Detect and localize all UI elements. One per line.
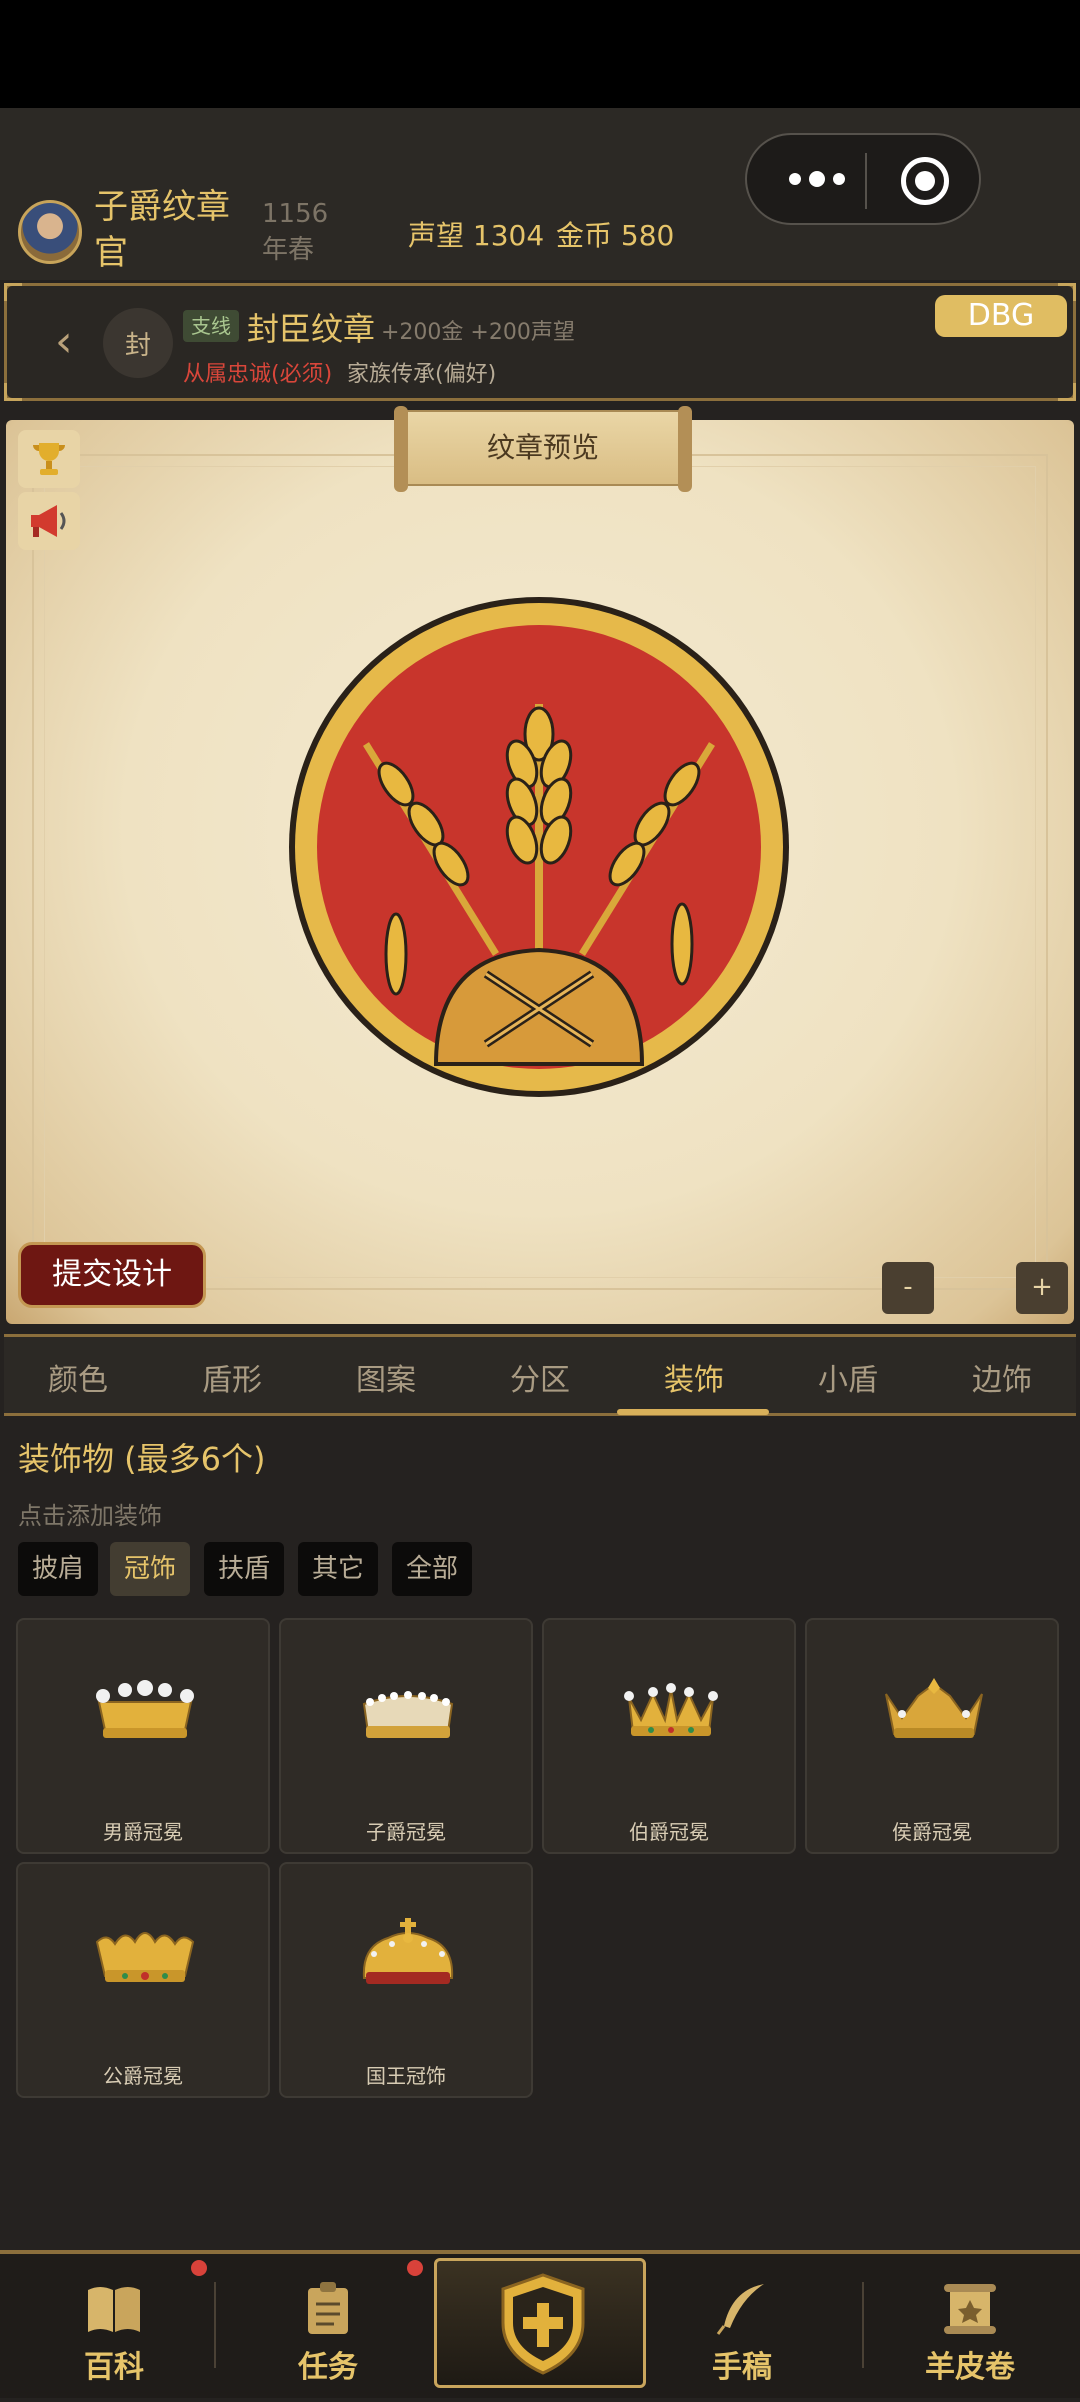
tab-shield-shape[interactable]: 盾形 (202, 1355, 262, 1399)
filter-crown[interactable]: 冠饰 (110, 1542, 191, 1596)
decoration-label: 国王冠饰 (366, 2064, 446, 2088)
preview-title-scroll: 纹章预览 (394, 406, 692, 492)
avatar[interactable] (18, 200, 82, 264)
season-label: 1156年春 (262, 199, 329, 265)
close-target-icon[interactable] (901, 157, 949, 205)
preview-title: 纹章预览 (486, 431, 599, 464)
nav-divider (214, 2282, 216, 2368)
filter-all[interactable]: 全部 (392, 1542, 473, 1596)
nav-divider (862, 2282, 864, 2368)
notification-dot (407, 2260, 423, 2276)
quest-seal: 封 (103, 308, 173, 378)
decoration-label: 公爵冠冕 (103, 2064, 183, 2088)
decoration-card-count[interactable]: 伯爵冠冕 (542, 1618, 796, 1854)
reputation-stat: 声望 1304 (408, 219, 545, 252)
debug-button[interactable]: DBG (935, 295, 1067, 337)
corner-ornament (4, 383, 22, 401)
gold-stat: 金币 580 (556, 219, 675, 252)
tab-pattern[interactable]: 图案 (356, 1355, 416, 1399)
decoration-card-duke[interactable]: 公爵冠冕 (16, 1862, 270, 2098)
nav-label: 羊皮卷 (925, 2350, 1015, 2385)
decorations-hint: 点击添加装饰 (18, 1502, 162, 1530)
quest-reward: +200金 +200声望 (381, 320, 575, 345)
trophy-icon[interactable] (18, 430, 80, 488)
decoration-label: 男爵冠冕 (103, 1820, 183, 1844)
megaphone-icon[interactable] (18, 492, 80, 550)
corner-ornament (1058, 383, 1076, 401)
tab-border[interactable]: 边饰 (972, 1355, 1032, 1399)
quest-banner: ‹ 封 支线 封臣纹章 +200金 +200声望 从属忠诚(必须) 家族传承(偏… (4, 283, 1076, 401)
nav-heraldry-center[interactable] (434, 2258, 646, 2388)
decoration-card-king[interactable]: 国王冠饰 (279, 1862, 533, 2098)
nav-encyclopedia[interactable]: 百科 (14, 2254, 214, 2402)
decoration-label: 伯爵冠冕 (629, 1820, 709, 1844)
submit-design-button[interactable]: 提交设计 (18, 1242, 206, 1308)
zoom-in-button[interactable]: + (1016, 1262, 1068, 1314)
status-bar (0, 0, 1080, 108)
chevron-left-icon[interactable]: ‹ (55, 316, 73, 367)
page-title: 子爵纹章官 (94, 187, 230, 273)
quest-preference: 家族传承(偏好) (347, 362, 497, 387)
zoom-out-button[interactable]: - (882, 1262, 934, 1314)
decorations-title: 装饰物 (最多6个) (18, 1440, 266, 1478)
tab-bar: 颜色 盾形 图案 分区 装饰 小盾 边饰 (4, 1334, 1076, 1416)
quest-requirement: 从属忠诚(必须) (183, 362, 333, 387)
tab-division[interactable]: 分区 (510, 1355, 570, 1399)
filter-mantle[interactable]: 披肩 (18, 1542, 99, 1596)
viscount-crown-icon (362, 1691, 454, 1738)
mini-program-capsule (745, 133, 981, 225)
quest-tag: 支线 (183, 310, 239, 342)
tab-decoration[interactable]: 装饰 (664, 1355, 724, 1399)
count-crown-icon (624, 1683, 718, 1736)
decoration-label: 侯爵冠冕 (892, 1820, 972, 1844)
filter-supporter[interactable]: 扶盾 (204, 1542, 285, 1596)
baron-crown-icon (96, 1680, 194, 1738)
nav-label: 手稿 (712, 2350, 772, 2385)
marquis-crown-icon (885, 1678, 983, 1738)
nav-tasks[interactable]: 任务 (228, 2254, 428, 2402)
capsule-divider (865, 153, 867, 209)
tab-color[interactable]: 颜色 (48, 1355, 108, 1399)
king-crown-icon (362, 1918, 454, 1984)
corner-ornament (4, 283, 22, 301)
nav-label: 百科 (84, 2350, 144, 2385)
decoration-card-marquis[interactable]: 侯爵冠冕 (805, 1618, 1059, 1854)
duke-crown-icon (95, 1932, 195, 1982)
tab-small-shield[interactable]: 小盾 (818, 1355, 878, 1399)
quill-icon (716, 2284, 764, 2335)
nav-parchment[interactable]: 羊皮卷 (870, 2254, 1070, 2402)
heraldic-emblem (289, 597, 789, 1097)
notification-dot (191, 2260, 207, 2276)
more-icon[interactable] (777, 155, 857, 203)
nav-label: 任务 (298, 2350, 358, 2385)
nav-manuscript[interactable]: 手稿 (642, 2254, 842, 2402)
decoration-card-viscount[interactable]: 子爵冠冕 (279, 1618, 533, 1854)
filter-other[interactable]: 其它 (298, 1542, 379, 1596)
quest-title: 封臣纹章 (247, 310, 376, 348)
active-tab-indicator (617, 1409, 769, 1415)
clipboard-icon (308, 2282, 348, 2334)
decoration-label: 子爵冠冕 (366, 1820, 446, 1844)
shield-cross-icon (501, 2273, 585, 2375)
decoration-card-baron[interactable]: 男爵冠冕 (16, 1618, 270, 1854)
scroll-icon (944, 2284, 996, 2334)
book-icon (88, 2287, 140, 2332)
